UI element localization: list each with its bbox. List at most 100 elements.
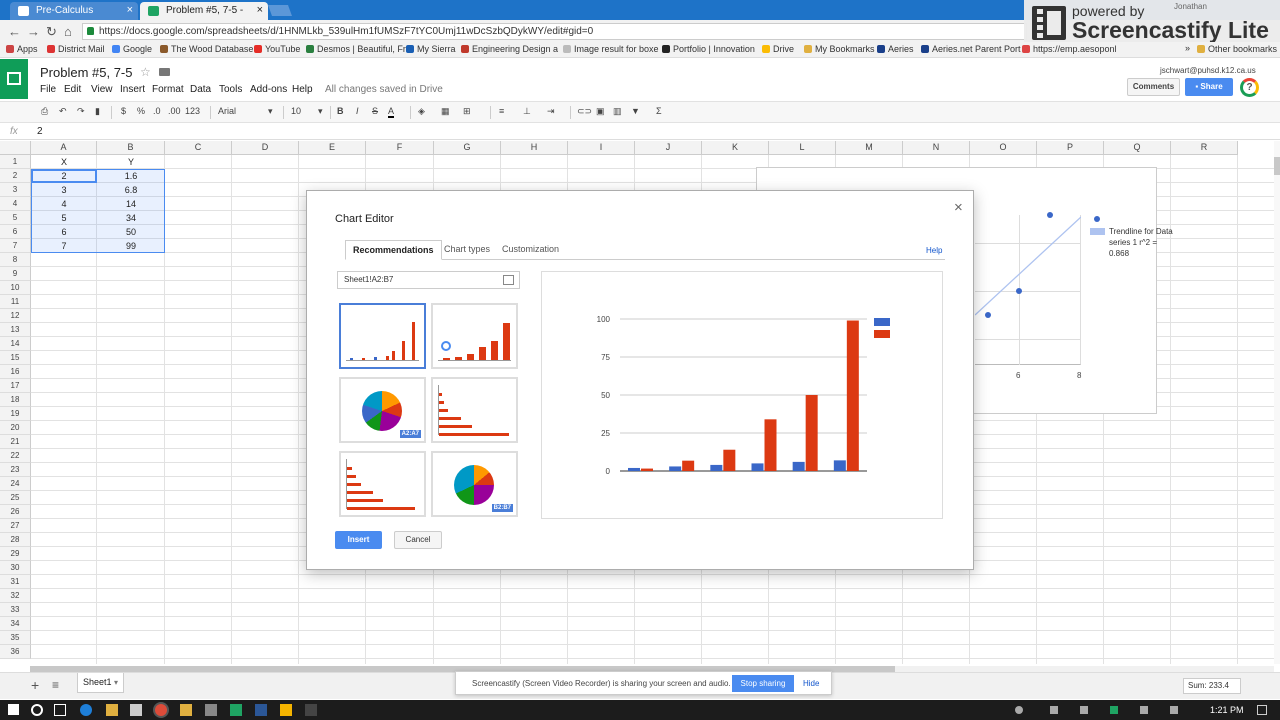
decrease-decimal-button[interactable]: .0: [153, 106, 161, 116]
strikethrough-button[interactable]: S: [372, 106, 378, 116]
align-vertical-icon[interactable]: ⊥: [523, 106, 531, 117]
row-header-27[interactable]: 27: [0, 519, 31, 533]
menu-insert[interactable]: Insert: [120, 84, 145, 95]
url-input[interactable]: https://docs.google.com/spreadsheets/d/1…: [82, 23, 1027, 40]
column-header-a[interactable]: A: [31, 141, 97, 155]
chevron-down-icon[interactable]: ▾: [114, 678, 118, 687]
column-header-l[interactable]: L: [769, 141, 836, 155]
bookmark-aesop[interactable]: https://emp.aesoponl: [1022, 44, 1117, 54]
app-icon[interactable]: [280, 704, 292, 716]
account-avatar-icon[interactable]: ?: [1240, 78, 1259, 97]
task-view-icon[interactable]: [54, 704, 66, 716]
recommendation-pie-chart-a[interactable]: A2:A7: [339, 377, 426, 443]
menu-view[interactable]: View: [91, 84, 113, 95]
close-tab-icon[interactable]: ×: [257, 2, 263, 19]
row-header-33[interactable]: 33: [0, 603, 31, 617]
row-header-2[interactable]: 2: [0, 169, 31, 183]
print-icon[interactable]: ⎙: [41, 106, 48, 117]
column-header-i[interactable]: I: [568, 141, 635, 155]
grid-select-icon[interactable]: [503, 275, 514, 285]
cell-b7[interactable]: 99: [97, 239, 165, 253]
select-all-corner[interactable]: [0, 141, 31, 155]
menu-help[interactable]: Help: [292, 84, 313, 95]
row-header-4[interactable]: 4: [0, 197, 31, 211]
word-icon[interactable]: [255, 704, 267, 716]
menu-data[interactable]: Data: [190, 84, 211, 95]
functions-icon[interactable]: Σ: [656, 106, 662, 116]
bookmark-google[interactable]: Google: [112, 44, 152, 54]
redo-icon[interactable]: ↷: [77, 106, 85, 117]
row-header-6[interactable]: 6: [0, 225, 31, 239]
search-icon[interactable]: [31, 704, 43, 716]
tray-icon[interactable]: [1080, 706, 1088, 714]
percent-button[interactable]: %: [137, 106, 145, 116]
cell-b3[interactable]: 6.8: [97, 183, 165, 197]
bookmark-apps[interactable]: Apps: [6, 44, 38, 54]
row-header-35[interactable]: 35: [0, 631, 31, 645]
chrome-icon[interactable]: [155, 704, 167, 716]
chevron-down-icon[interactable]: ▾: [318, 106, 323, 117]
increase-decimal-button[interactable]: .00: [168, 106, 181, 116]
row-header-5[interactable]: 5: [0, 211, 31, 225]
row-header-3[interactable]: 3: [0, 183, 31, 197]
column-header-q[interactable]: Q: [1104, 141, 1171, 155]
comments-button[interactable]: Comments: [1127, 78, 1180, 96]
row-header-23[interactable]: 23: [0, 463, 31, 477]
row-header-10[interactable]: 10: [0, 281, 31, 295]
bookmark-youtube[interactable]: YouTube: [254, 44, 300, 54]
cell-a7[interactable]: 7: [31, 239, 97, 253]
currency-button[interactable]: $: [121, 106, 126, 116]
recommendation-bar-chart-a[interactable]: [431, 377, 518, 443]
column-header-k[interactable]: K: [702, 141, 769, 155]
column-header-f[interactable]: F: [366, 141, 434, 155]
add-sheet-icon[interactable]: +: [31, 677, 39, 693]
edge-icon[interactable]: [80, 704, 92, 716]
row-header-26[interactable]: 26: [0, 505, 31, 519]
bookmarks-overflow-icon[interactable]: »: [1174, 43, 1190, 53]
undo-icon[interactable]: ↶: [59, 106, 67, 117]
help-link[interactable]: Help: [926, 246, 942, 255]
network-icon[interactable]: [1170, 706, 1178, 714]
insert-chart-icon[interactable]: ▥: [613, 106, 622, 117]
bold-button[interactable]: B: [337, 106, 344, 116]
sum-indicator[interactable]: Sum: 233.4: [1183, 678, 1241, 694]
row-header-24[interactable]: 24: [0, 477, 31, 491]
bookmark-drive[interactable]: Drive: [762, 44, 794, 54]
folder-icon[interactable]: [159, 68, 170, 76]
cell-b6[interactable]: 50: [97, 225, 165, 239]
bookmark-other[interactable]: Other bookmarks: [1197, 44, 1277, 54]
row-header-12[interactable]: 12: [0, 309, 31, 323]
merge-cells-icon[interactable]: ⊞: [463, 106, 471, 117]
chevron-down-icon[interactable]: ▾: [268, 106, 273, 117]
cancel-button[interactable]: Cancel: [394, 531, 442, 549]
file-explorer-icon[interactable]: [106, 704, 118, 716]
reload-icon[interactable]: ↻: [46, 24, 57, 40]
column-header-c[interactable]: C: [165, 141, 232, 155]
volume-icon[interactable]: [1140, 706, 1148, 714]
row-header-31[interactable]: 31: [0, 575, 31, 589]
bookmark-portfolio[interactable]: Portfolio | Innovation: [662, 44, 755, 54]
row-header-15[interactable]: 15: [0, 351, 31, 365]
tab-customization[interactable]: Customization: [495, 240, 566, 260]
recommendation-bar-chart-b[interactable]: [339, 451, 426, 517]
formula-input[interactable]: 2: [37, 126, 43, 137]
filter-icon[interactable]: ▼: [631, 106, 640, 116]
recommendation-stacked-column-chart[interactable]: [431, 303, 518, 369]
row-header-14[interactable]: 14: [0, 337, 31, 351]
app-icon[interactable]: [305, 704, 317, 716]
text-wrap-icon[interactable]: ⇥: [547, 106, 555, 117]
bookmark-image-result[interactable]: Image result for boxe: [563, 44, 659, 54]
account-email[interactable]: jschwart@puhsd.k12.ca.us: [1160, 66, 1256, 75]
row-header-22[interactable]: 22: [0, 449, 31, 463]
font-select[interactable]: Arial: [218, 106, 236, 116]
cell-b5[interactable]: 34: [97, 211, 165, 225]
store-icon[interactable]: [130, 704, 142, 716]
row-header-7[interactable]: 7: [0, 239, 31, 253]
menu-tools[interactable]: Tools: [219, 84, 242, 95]
start-icon[interactable]: [8, 704, 19, 715]
column-header-g[interactable]: G: [434, 141, 501, 155]
row-header-34[interactable]: 34: [0, 617, 31, 631]
stop-sharing-button[interactable]: Stop sharing: [732, 675, 794, 692]
sheets-taskbar-icon[interactable]: [230, 704, 242, 716]
column-header-d[interactable]: D: [232, 141, 299, 155]
